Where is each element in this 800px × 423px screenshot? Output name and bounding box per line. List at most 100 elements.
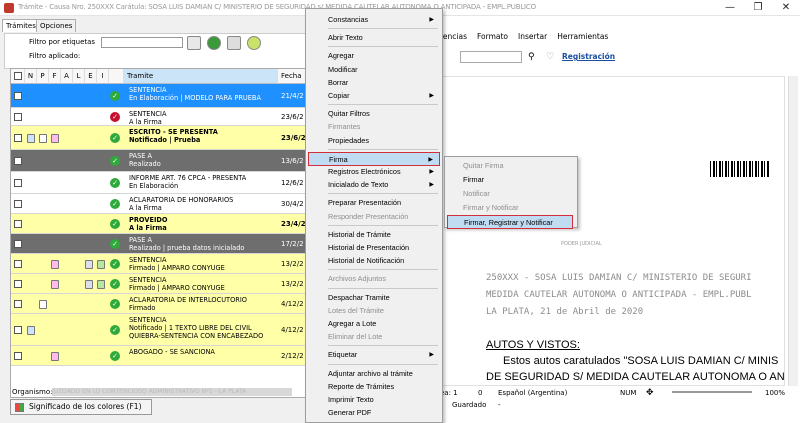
editor-search-input[interactable] [460, 51, 522, 63]
menu-item-constancias[interactable]: Constancias ▶ [308, 13, 440, 27]
submenu-item-notificar[interactable]: Notificar [447, 187, 573, 201]
minimize-button[interactable]: — [716, 0, 744, 16]
menu-item-abrir-texto[interactable]: Abrir Texto [308, 31, 440, 45]
row-checkbox[interactable] [14, 240, 22, 248]
submenu-item-quitar-firma[interactable]: Quitar Firma [447, 159, 573, 173]
tramite-cell[interactable]: SENTENCIA A la Firma [129, 110, 279, 126]
table-row[interactable]: ✓ PROVEIDO A la Firma 23/4/2 [11, 214, 309, 234]
menu-item-reporte-de-trámites[interactable]: Reporte de Trámites [308, 380, 440, 394]
close-button[interactable]: ✕ [772, 0, 800, 16]
menu-item-historial-de-presentación[interactable]: Historial de Presentación [308, 241, 440, 255]
table-row[interactable]: ✓ SENTENCIA En Elaboración | MODELO PARA P… [11, 84, 309, 108]
row-checkbox[interactable] [14, 280, 22, 288]
menu-item-responder-presentación[interactable]: Responder Presentación [308, 210, 440, 224]
col-status-header[interactable] [109, 69, 124, 84]
table-row[interactable]: ✓ SENTENCIA Firmado | AMPARO CONYUGE 13/2/2 [11, 274, 309, 294]
menu-item-adjuntar-archivo-al-trámite[interactable]: Adjuntar archivo al trámite [308, 367, 440, 381]
col-e-header[interactable]: E [85, 69, 97, 84]
tramite-cell[interactable]: INFORME ART. 76 CPCA - PRESENTA En Elabor… [129, 174, 279, 190]
col-f-header[interactable]: F [49, 69, 61, 84]
tramite-cell[interactable]: PROVEIDO A la Firma [129, 216, 279, 232]
vertical-scrollbar[interactable] [788, 76, 798, 386]
colors-meaning-button[interactable]: Significado de los colores (F1) [10, 399, 152, 415]
col-i-header[interactable]: I [97, 69, 109, 84]
row-checkbox[interactable] [14, 220, 22, 228]
table-row[interactable]: ✓ SENTENCIA A la Firma 23/6/2 [11, 108, 309, 126]
binoculars-icon[interactable] [227, 36, 241, 50]
menu-item-registros-electrónicos[interactable]: Registros Electrónicos ▶ [308, 165, 440, 179]
col-n-header[interactable]: N [25, 69, 37, 84]
row-checkbox[interactable] [14, 300, 22, 308]
table-row[interactable]: ✓ INFORME ART. 76 CPCA - PRESENTA En Elabo… [11, 172, 309, 194]
table-row[interactable]: ✓ ACLARATORIA DE INTERLOCUTORIO Firmado 4/1… [11, 294, 309, 314]
menu-herramientas[interactable]: Herramientas [557, 32, 608, 41]
table-row[interactable]: ✓ SENTENCIA Notificado | 1 TEXTO LIBRE DEL… [11, 314, 309, 346]
row-checkbox[interactable] [14, 134, 22, 142]
menu-item-archivos-adjuntos[interactable]: Archivos Adjuntos [308, 272, 440, 286]
row-checkbox[interactable] [14, 113, 22, 121]
menu-item-borrar[interactable]: Borrar [308, 76, 440, 90]
table-row[interactable]: ✓ ABOGADO - SE SANCIONA 2/12/2 [11, 346, 309, 366]
filter-input[interactable] [101, 37, 183, 48]
menu-referencias[interactable]: rencias [440, 32, 467, 41]
menu-item-historial-de-trámite[interactable]: Historial de Trámite [308, 228, 440, 242]
menu-item-copiar[interactable]: Copiar ▶ [308, 89, 440, 103]
tramite-cell[interactable]: SENTENCIA Notificado | 1 TEXTO LIBRE DEL … [129, 316, 279, 340]
pan-icon[interactable]: ✥ [646, 388, 654, 398]
col-a-header[interactable]: A [61, 69, 73, 84]
col-l-header[interactable]: L [73, 69, 85, 84]
row-checkbox[interactable] [14, 352, 22, 360]
menu-item-historial-de-notificación[interactable]: Historial de Notificación [308, 254, 440, 268]
submenu-item-firmar-registrar-y-notificar[interactable]: Firmar, Registrar y Notificar [447, 215, 573, 229]
menu-item-quitar-filtros[interactable]: Quitar Filtros [308, 107, 440, 121]
refresh-icon[interactable] [247, 36, 261, 50]
row-checkbox[interactable] [14, 179, 22, 187]
menu-item-eliminar-del-lote[interactable]: Eliminar del Lote [308, 330, 440, 344]
tab-tramites[interactable]: Trámites [2, 19, 40, 32]
zoom-slider[interactable] [672, 391, 752, 393]
tramite-cell[interactable]: PASE A Realizado [129, 152, 279, 168]
menu-formato[interactable]: Formato [477, 32, 508, 41]
tramite-cell[interactable]: SENTENCIA Firmado | AMPARO CONYUGE [129, 276, 279, 292]
menu-item-agregar[interactable]: Agregar [308, 49, 440, 63]
tramite-cell[interactable]: PASE A Realizado | prueba datos inicialad… [129, 236, 279, 252]
table-row[interactable]: ✓ PASE A Realizado | prueba datos iniciala… [11, 234, 309, 254]
menu-item-generar-pdf[interactable]: Generar PDF [308, 406, 440, 420]
menu-item-propiedades[interactable]: Propiedades [308, 134, 440, 148]
col-p-header[interactable]: P [37, 69, 49, 84]
tramite-cell[interactable]: ESCRITO - SE PRESENTA Notificado | Prueba [129, 128, 279, 144]
submenu-item-firmar-y-notificar[interactable]: Firmar y Notificar [447, 201, 573, 215]
col-tramite-header[interactable]: Tramite [124, 69, 278, 84]
menu-insertar[interactable]: Insertar [518, 32, 547, 41]
tramite-cell[interactable]: SENTENCIA Firmado | AMPARO CONYUGE [129, 256, 279, 272]
tramite-cell[interactable]: ABOGADO - SE SANCIONA [129, 348, 279, 356]
binoculars-search-icon[interactable]: ⚲ [528, 52, 535, 62]
submenu-item-firmar[interactable]: Firmar [447, 173, 573, 187]
row-checkbox[interactable] [14, 200, 22, 208]
registracion-link[interactable]: Registración [562, 52, 615, 61]
menu-item-preparar-presentación[interactable]: Preparar Presentación [308, 196, 440, 210]
menu-item-etiquetar[interactable]: Etiquetar ▶ [308, 348, 440, 362]
maximize-button[interactable]: ❐ [744, 0, 772, 16]
tab-opciones[interactable]: Opciones [36, 19, 77, 32]
tramite-cell[interactable]: SENTENCIA En Elaboración | MODELO PARA PR… [129, 86, 279, 102]
row-checkbox[interactable] [14, 92, 22, 100]
document-page[interactable]: PODER JUDICIAL 250XXX - SOSA LUIS DAMIAN… [440, 76, 785, 386]
filter-options-icon[interactable] [187, 36, 201, 50]
tramite-cell[interactable]: ACLARATORIA DE HONORARIOS A la Firma [129, 196, 279, 212]
menu-item-firma[interactable]: Firma ▶ [308, 151, 440, 166]
table-row[interactable]: ✓ PASE A Realizado 13/6/2 [11, 150, 309, 172]
select-all-header[interactable] [11, 69, 25, 84]
row-checkbox[interactable] [14, 157, 22, 165]
menu-item-modificar[interactable]: Modificar [308, 63, 440, 77]
tramite-cell[interactable]: ACLARATORIA DE INTERLOCUTORIO Firmado [129, 296, 279, 312]
table-row[interactable]: ✓ SENTENCIA Firmado | AMPARO CONYUGE 13/2/2 [11, 254, 309, 274]
row-checkbox[interactable] [14, 260, 22, 268]
row-checkbox[interactable] [14, 326, 22, 334]
menu-item-agregar-a-lote[interactable]: Agregar a Lote [308, 317, 440, 331]
menu-item-firmantes[interactable]: Firmantes [308, 120, 440, 134]
menu-item-despachar-tramite[interactable]: Despachar Tramite [308, 291, 440, 305]
menu-item-inicialado-de-texto[interactable]: Inicialado de Texto ▶ [308, 178, 440, 192]
heart-icon[interactable]: ♡ [546, 52, 554, 62]
select-all-checkbox[interactable] [14, 72, 22, 80]
